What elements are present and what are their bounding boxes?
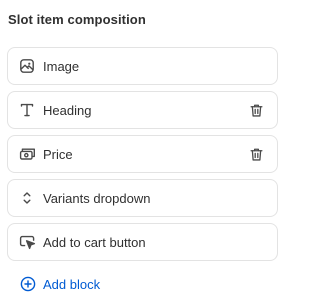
block-label-image: Image xyxy=(43,59,80,74)
select-icon xyxy=(18,189,36,207)
delete-icon[interactable] xyxy=(247,145,265,163)
delete-icon[interactable] xyxy=(247,101,265,119)
block-item-price[interactable]: Price xyxy=(7,135,278,173)
block-label-heading: Heading xyxy=(43,103,92,118)
block-item-image[interactable]: Image xyxy=(7,47,278,85)
block-list: Image Heading Price Variants dropdown Ad… xyxy=(7,47,278,267)
button-press-icon xyxy=(18,233,36,251)
block-item-add-to-cart-button[interactable]: Add to cart button xyxy=(7,223,278,261)
block-item-heading[interactable]: Heading xyxy=(7,91,278,129)
slot-composition-panel: Slot item composition Image Heading Pric… xyxy=(0,0,290,308)
block-label-variants-dropdown: Variants dropdown xyxy=(43,191,151,206)
text-icon xyxy=(18,101,36,119)
section-title: Slot item composition xyxy=(8,12,146,27)
image-icon xyxy=(18,57,36,75)
block-item-variants-dropdown[interactable]: Variants dropdown xyxy=(7,179,278,217)
plus-circle-icon xyxy=(20,276,36,292)
price-icon xyxy=(18,145,36,163)
block-label-add-to-cart-button: Add to cart button xyxy=(43,235,146,250)
add-block-button[interactable]: Add block xyxy=(20,274,100,294)
block-label-price: Price xyxy=(43,147,73,162)
add-block-label: Add block xyxy=(43,276,101,292)
